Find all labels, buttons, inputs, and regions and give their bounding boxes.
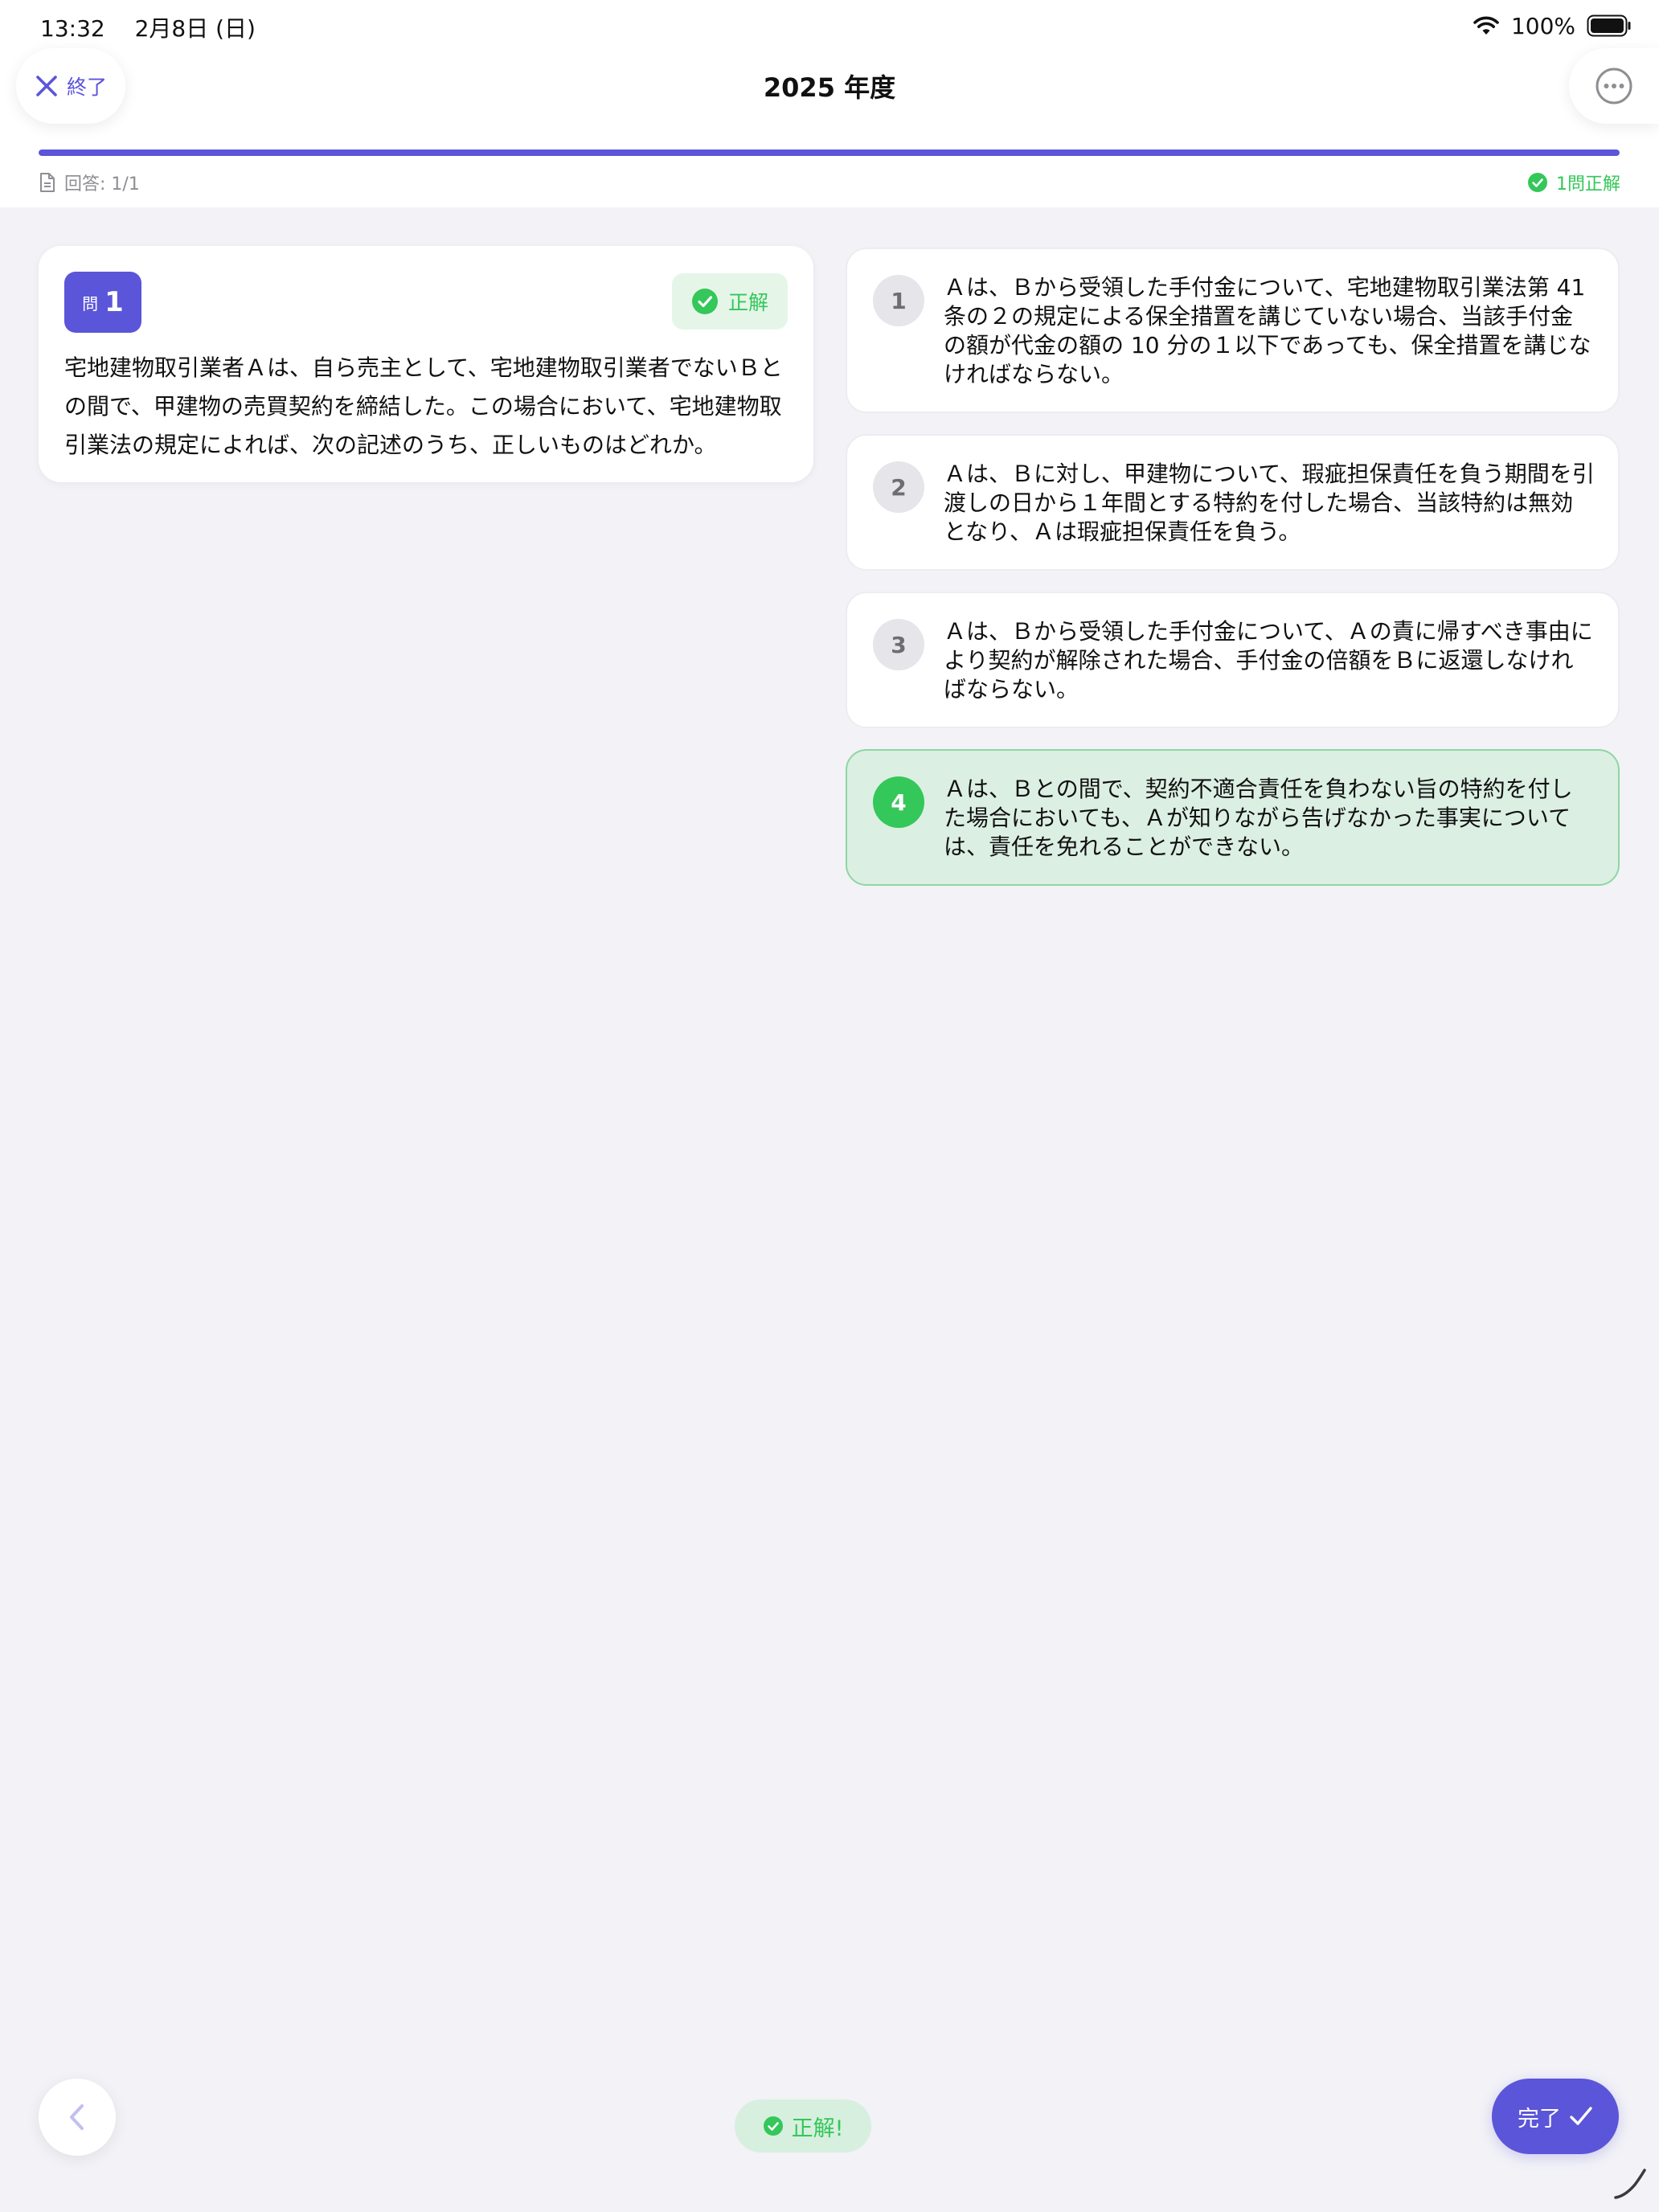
previous-button[interactable] [39, 2079, 116, 2156]
choice-number: 3 [873, 619, 924, 670]
check-circle-icon [763, 2116, 783, 2136]
check-circle-icon [1528, 173, 1547, 192]
progress-bar [39, 150, 1620, 156]
choice-4[interactable]: 4 Ａは、Ｂとの間で、契約不適合責任を負わない旨の特約を付した場合においても、Ａ… [846, 749, 1620, 886]
question-number: 1 [104, 286, 124, 318]
battery-percentage: 100% [1510, 12, 1575, 39]
choice-text: Ａは、Ｂから受領した手付金について、Ａの責に帰すべき事由により契約が解除された場… [944, 618, 1593, 703]
resize-handle-icon[interactable] [1611, 2164, 1648, 2201]
chevron-left-icon [70, 2104, 84, 2130]
status-indicators: 100% [1473, 11, 1632, 40]
correct-toast: 正解! [735, 2099, 871, 2153]
question-text: 宅地建物取引業者Ａは、自ら売主として、宅地建物取引業者でないＢとの間で、甲建物の… [64, 354, 783, 458]
check-circle-icon [691, 289, 718, 314]
battery-icon [1587, 14, 1631, 37]
correct-count: 1問正解 [1527, 170, 1620, 195]
choice-number: 4 [873, 776, 924, 828]
question-prefix: 問 [82, 293, 99, 313]
choice-number: 2 [873, 461, 924, 513]
answer-count: 回答: 1/1 [39, 170, 140, 195]
toast-label: 正解! [791, 2116, 844, 2141]
document-icon [40, 173, 55, 192]
page-title: 2025 年度 [763, 72, 896, 103]
question-number-badge: 問 1 [64, 272, 141, 333]
wifi-icon [1473, 16, 1499, 35]
checkmark-icon [1570, 2107, 1592, 2125]
answer-count-label: 回答: 1/1 [64, 174, 140, 195]
choice-text: Ａは、Ｂに対し、甲建物について、瑕疵担保責任を負う期間を引渡しの日から１年間とす… [944, 461, 1595, 545]
choice-1[interactable]: 1 Ａは、Ｂから受領した手付金について、宅地建物取引業法第 41 条の２の規定に… [846, 248, 1620, 413]
choice-text: Ａは、Ｂから受領した手付金について、宅地建物取引業法第 41 条の２の規定による… [944, 274, 1591, 387]
result-label: 正解 [727, 291, 768, 314]
choice-3[interactable]: 3 Ａは、Ｂから受領した手付金について、Ａの責に帰すべき事由により契約が解除され… [846, 592, 1620, 728]
question-card: 問 1 正解 宅地建物取引業者Ａは、自ら売主として、宅地建物取引業者でないＢとの… [39, 246, 813, 482]
choice-2[interactable]: 2 Ａは、Ｂに対し、甲建物について、瑕疵担保責任を負う期間を引渡しの日から１年間… [846, 434, 1620, 571]
result-badge: 正解 [672, 273, 788, 330]
choice-number: 1 [873, 275, 924, 326]
done-button[interactable]: 完了 [1492, 2079, 1619, 2154]
choice-text: Ａは、Ｂとの間で、契約不適合責任を負わない旨の特約を付した場合においても、Ａが知… [944, 776, 1573, 860]
ellipsis-icon [1596, 68, 1632, 104]
more-options-button[interactable] [1569, 48, 1659, 124]
done-label: 完了 [1518, 2106, 1561, 2132]
correct-count-label: 1問正解 [1556, 174, 1620, 195]
status-time: 13:32 2月8日 (日) [40, 15, 256, 42]
progress-fill [39, 150, 1620, 156]
